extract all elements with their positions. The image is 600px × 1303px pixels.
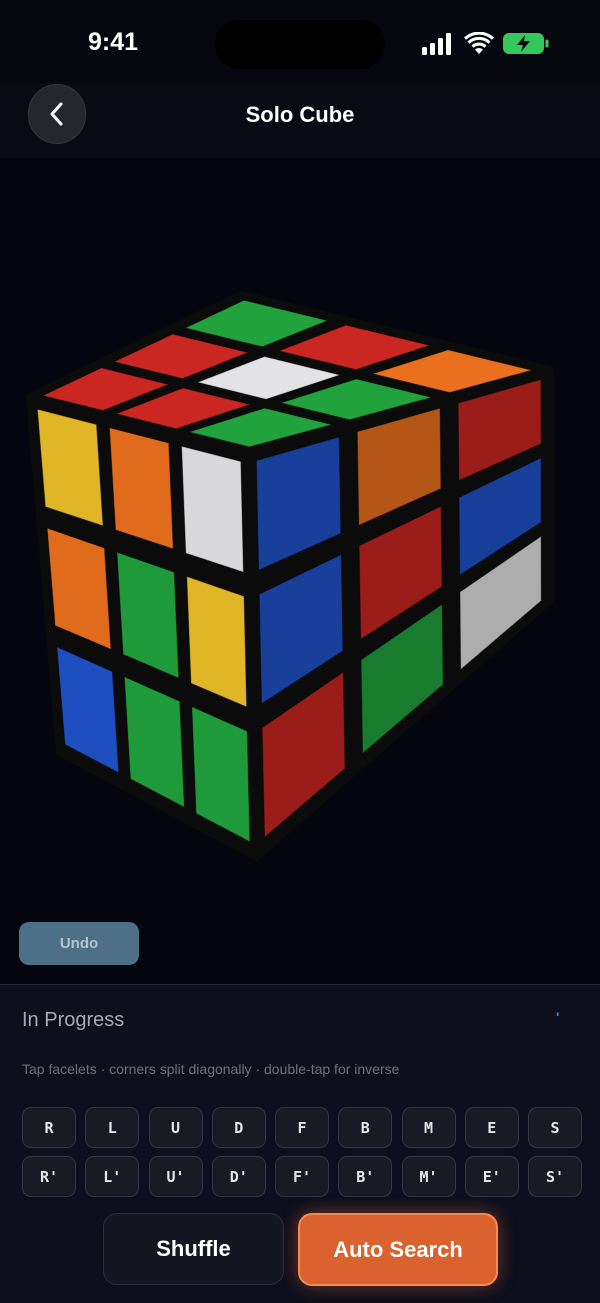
solve-status: In Progress bbox=[22, 1009, 125, 1031]
move-button-u[interactable]: U bbox=[148, 1107, 203, 1148]
battery-charging-icon bbox=[503, 33, 549, 54]
move-button-r[interactable]: R bbox=[22, 1107, 76, 1148]
status-bar: 9:41 bbox=[0, 0, 600, 84]
cellular-signal-icon bbox=[422, 33, 451, 55]
move-button-d[interactable]: D bbox=[211, 1107, 266, 1148]
move-button-u-prime[interactable]: U' bbox=[148, 1156, 203, 1197]
move-button-m-prime[interactable]: M' bbox=[401, 1156, 456, 1197]
move-buttons: R L U D F B M E S R' L' U' D' F' B' M' E… bbox=[22, 1107, 582, 1197]
shuffle-button[interactable]: Shuffle bbox=[103, 1213, 284, 1285]
move-button-b-prime[interactable]: B' bbox=[338, 1156, 393, 1197]
move-button-r-prime[interactable]: R' bbox=[22, 1156, 76, 1197]
navigation-bar: Solo Cube bbox=[0, 84, 600, 158]
move-button-l-prime[interactable]: L' bbox=[85, 1156, 140, 1197]
move-button-d-prime[interactable]: D' bbox=[211, 1156, 266, 1197]
facelet-front-0-2[interactable] bbox=[181, 445, 244, 573]
rubiks-cube[interactable] bbox=[0, 158, 600, 984]
facelet-front-0-1[interactable] bbox=[109, 427, 174, 550]
move-button-b[interactable]: B bbox=[338, 1107, 393, 1148]
move-button-m[interactable]: M bbox=[401, 1107, 456, 1148]
undo-button[interactable]: Undo bbox=[19, 922, 139, 965]
move-button-e[interactable]: E bbox=[464, 1107, 519, 1148]
dynamic-island bbox=[215, 20, 385, 69]
move-button-s[interactable]: S bbox=[528, 1107, 582, 1148]
move-button-s-prime[interactable]: S' bbox=[528, 1156, 582, 1197]
wifi-icon bbox=[464, 32, 494, 54]
status-indicator: ' bbox=[556, 1009, 560, 1025]
move-button-l[interactable]: L bbox=[85, 1107, 140, 1148]
status-time: 9:41 bbox=[88, 28, 139, 56]
instructions-hint: Tap facelets · corners split diagonally … bbox=[22, 1061, 400, 1077]
move-button-e-prime[interactable]: E' bbox=[464, 1156, 519, 1197]
control-panel: In Progress ' Tap facelets · corners spl… bbox=[0, 984, 600, 1303]
page-title: Solo Cube bbox=[245, 102, 355, 127]
cube-viewport[interactable] bbox=[0, 158, 600, 984]
move-button-f-prime[interactable]: F' bbox=[275, 1156, 329, 1197]
auto-search-button[interactable]: Auto Search bbox=[298, 1213, 498, 1286]
move-button-f[interactable]: F bbox=[275, 1107, 329, 1148]
